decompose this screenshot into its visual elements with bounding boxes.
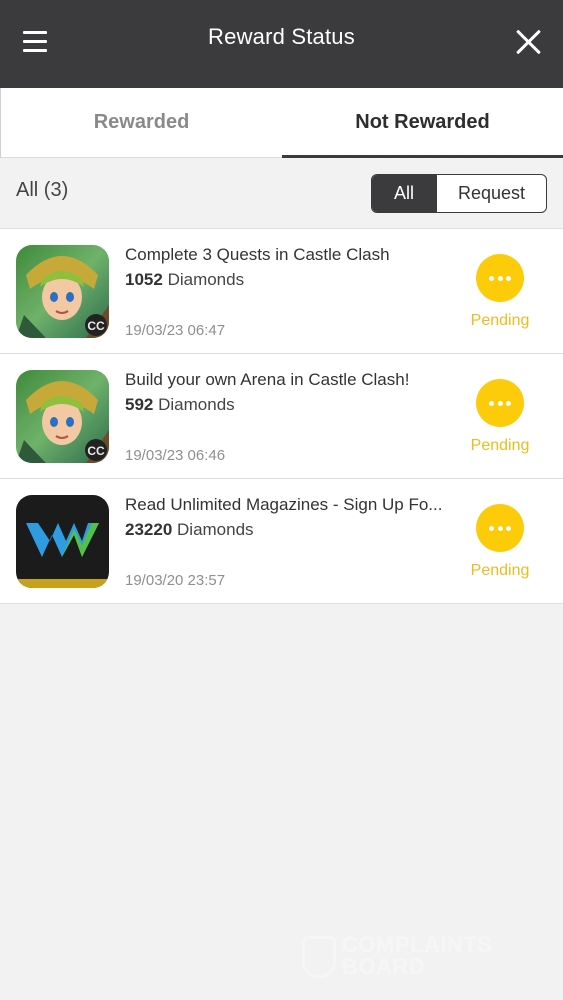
castle-clash-app-icon: CC bbox=[16, 245, 109, 338]
item-reward: 1052 Diamonds bbox=[125, 270, 244, 290]
svg-text:CC: CC bbox=[87, 444, 105, 458]
reward-list: CC Complete 3 Quests in Castle Clash 105… bbox=[0, 228, 563, 604]
tab-bar: Rewarded Not Rewarded bbox=[0, 88, 563, 158]
watermark-text: COMPLAINTS BOARD bbox=[342, 934, 492, 978]
filter-bar: All (3) All Request bbox=[0, 158, 563, 228]
reward-amount: 23220 bbox=[125, 520, 173, 539]
tab-not-rewarded[interactable]: Not Rewarded bbox=[282, 88, 563, 158]
svg-text:CC: CC bbox=[87, 319, 105, 333]
more-options-icon[interactable] bbox=[476, 254, 524, 302]
page-title: Reward Status bbox=[208, 24, 355, 49]
item-date: 19/03/20 23:57 bbox=[125, 572, 226, 589]
close-icon[interactable] bbox=[515, 27, 543, 55]
reward-unit: Diamonds bbox=[167, 270, 245, 289]
castle-clash-app-icon: CC bbox=[16, 370, 109, 463]
more-options-icon[interactable] bbox=[476, 379, 524, 427]
item-reward: 23220 Diamonds bbox=[125, 520, 254, 540]
item-reward: 592 Diamonds bbox=[125, 395, 235, 415]
tab-rewarded[interactable]: Rewarded bbox=[1, 88, 282, 157]
item-title: Build your own Arena in Castle Clash! bbox=[125, 370, 410, 389]
reward-amount: 1052 bbox=[125, 270, 163, 289]
reward-unit: Diamonds bbox=[158, 395, 235, 414]
status-label: Pending bbox=[470, 437, 530, 454]
item-title: Complete 3 Quests in Castle Clash bbox=[125, 245, 390, 264]
status-indicator[interactable]: Pending bbox=[455, 254, 545, 330]
reward-unit: Diamonds bbox=[177, 520, 254, 539]
more-options-icon[interactable] bbox=[476, 504, 524, 552]
list-item[interactable]: Read Unlimited Magazines - Sign Up Fo...… bbox=[0, 479, 563, 604]
list-item[interactable]: CC Build your own Arena in Castle Clash!… bbox=[0, 354, 563, 479]
item-title: Read Unlimited Magazines - Sign Up Fo... bbox=[125, 495, 443, 514]
item-date: 19/03/23 06:47 bbox=[125, 322, 226, 339]
status-label: Pending bbox=[470, 312, 530, 329]
status-label: Pending bbox=[470, 562, 530, 579]
magazine-app-icon bbox=[16, 495, 109, 588]
watermark-line2: BOARD bbox=[342, 954, 426, 979]
watermark-logo: COMPLAINTS BOARD bbox=[302, 932, 522, 982]
shield-icon bbox=[302, 936, 336, 978]
filter-toggle: All Request bbox=[370, 174, 547, 213]
list-item[interactable]: CC Complete 3 Quests in Castle Clash 105… bbox=[0, 229, 563, 354]
reward-amount: 592 bbox=[125, 395, 154, 414]
filter-all-button[interactable]: All bbox=[371, 175, 436, 212]
status-indicator[interactable]: Pending bbox=[455, 504, 545, 580]
status-indicator[interactable]: Pending bbox=[455, 379, 545, 455]
filter-request-button[interactable]: Request bbox=[435, 175, 546, 212]
item-date: 19/03/23 06:46 bbox=[125, 447, 226, 464]
watermark-line1: COMPLAINTS bbox=[342, 932, 493, 957]
app-header: Reward Status bbox=[0, 0, 563, 88]
item-count-label: All (3) bbox=[16, 179, 69, 201]
